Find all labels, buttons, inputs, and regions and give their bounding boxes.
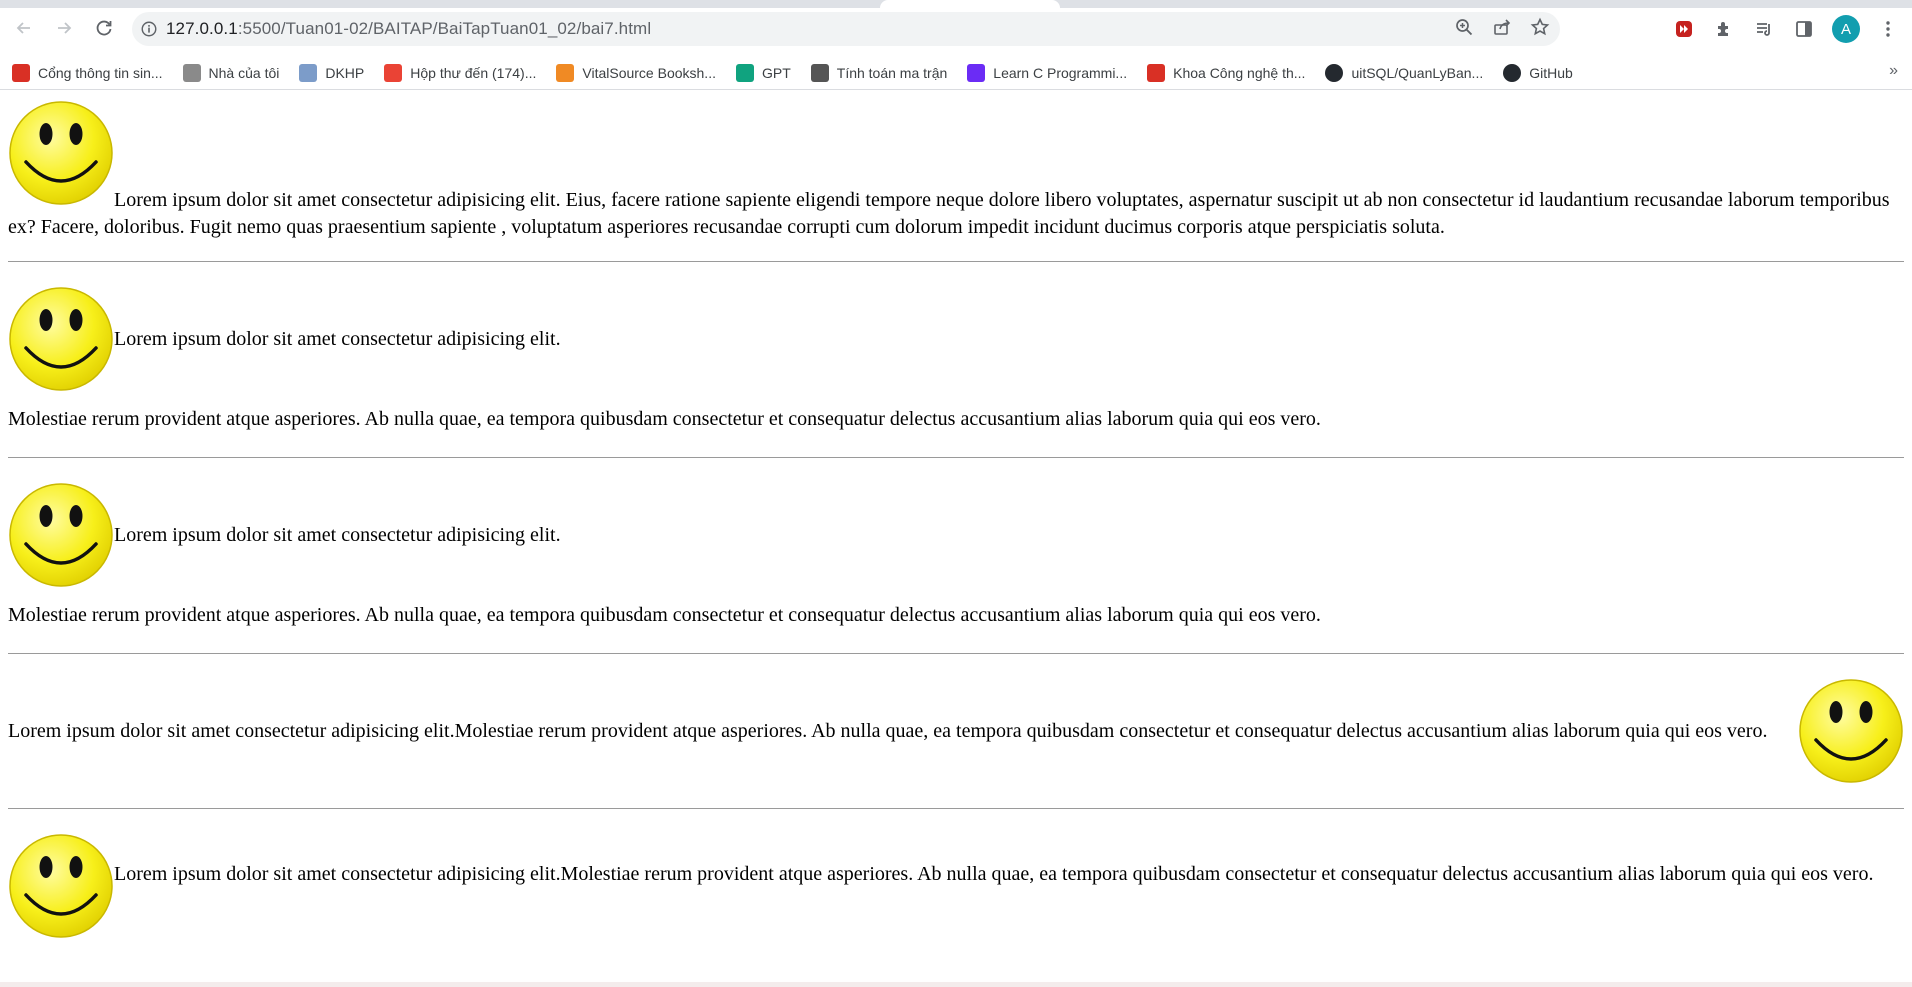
arrow-left-icon	[16, 22, 30, 34]
openai-icon	[735, 63, 754, 82]
media-queue-icon[interactable]	[1752, 17, 1776, 41]
url-path: :5500/Tuan01-02/BAITAP/BaiTapTuan01_02/b…	[237, 19, 652, 38]
bookmark-item[interactable]: DKHP	[299, 63, 365, 82]
reload-button[interactable]	[84, 8, 124, 48]
paragraph-4: Lorem ipsum dolor sit amet consectetur a…	[8, 719, 1768, 742]
bookmark-label: GPT	[761, 64, 791, 81]
smiley-icon	[8, 833, 114, 939]
bookmark-label: Learn C Programmi...	[993, 64, 1128, 81]
share-icon[interactable]	[1492, 17, 1512, 42]
section-1: Lorem ipsum dolor sit amet consectetur a…	[8, 100, 1904, 241]
omnibox-actions	[1454, 12, 1550, 46]
toolbar-extensions: A	[1672, 12, 1900, 46]
vitalsource-icon	[556, 63, 575, 82]
bookmark-item[interactable]: Learn C Programmi...	[967, 63, 1128, 82]
bookmarks-bar: Cổng thông tin sin... Nhà của tôi DKHP Hộp …	[0, 56, 1912, 90]
divider	[8, 261, 1904, 262]
paragraph-2b: Molestiae rerum provident atque asperior…	[8, 408, 1321, 430]
paragraph-1: Lorem ipsum dolor sit amet consectetur a…	[8, 100, 1904, 241]
divider	[8, 457, 1904, 458]
paragraph-3a: Lorem ipsum dolor sit amet consectetur a…	[8, 482, 1904, 588]
zoom-icon[interactable]	[1454, 17, 1474, 42]
smiley-icon	[8, 482, 114, 588]
bookmark-label: DKHP	[325, 64, 365, 81]
extensions-puzzle-icon[interactable]	[1712, 17, 1736, 41]
bookmark-label: Cổng thông tin sin...	[38, 64, 163, 81]
smiley-icon	[8, 286, 114, 392]
section-2: Lorem ipsum dolor sit amet consectetur a…	[8, 286, 1904, 433]
side-panel-icon[interactable]	[1792, 17, 1816, 41]
github-icon	[1503, 63, 1522, 82]
uit-logo-icon	[1147, 63, 1166, 82]
star-bookmark-icon[interactable]	[1530, 17, 1550, 42]
uit-logo-icon	[12, 63, 30, 82]
bookmark-item[interactable]: Tính toán ma trận	[810, 63, 948, 82]
matrix-icon	[810, 63, 829, 82]
extension-red-icon[interactable]	[1672, 17, 1696, 41]
reload-icon	[96, 20, 112, 36]
address-bar[interactable]: 127.0.0.1:5500/Tuan01-02/BAITAP/BaiTapTu…	[132, 12, 1560, 46]
forward-button[interactable]	[44, 8, 84, 48]
paragraph-2a: Lorem ipsum dolor sit amet consectetur a…	[8, 286, 1904, 392]
bookmark-label: Khoa Công nghệ th...	[1173, 64, 1306, 81]
github-icon	[1325, 63, 1344, 82]
bookmark-label: Hộp thư đến (174)...	[410, 64, 537, 81]
bookmark-item[interactable]: GPT	[735, 63, 791, 82]
smiley-icon	[8, 100, 114, 206]
programiz-icon	[967, 63, 986, 82]
smiley-icon	[1798, 678, 1904, 784]
gmail-icon	[384, 63, 403, 82]
profile-avatar[interactable]: A	[1832, 15, 1860, 43]
bookmarks-overflow-button[interactable]: »	[1889, 62, 1898, 80]
paragraph-5: Lorem ipsum dolor sit amet consectetur a…	[114, 863, 1874, 885]
divider	[8, 808, 1904, 809]
paragraph-3b: Molestiae rerum provident atque asperior…	[8, 604, 1321, 626]
bookmark-label: uitSQL/QuanLyBan...	[1351, 64, 1484, 81]
browser-toolbar: 127.0.0.1:5500/Tuan01-02/BAITAP/BaiTapTu…	[0, 0, 1912, 56]
arrow-right-icon	[58, 22, 72, 34]
active-tab[interactable]	[880, 0, 1060, 8]
paragraph-3a-text: Lorem ipsum dolor sit amet consectetur a…	[114, 523, 561, 546]
bookmark-item[interactable]: GitHub	[1503, 63, 1573, 82]
bookmark-item[interactable]: Cổng thông tin sin...	[12, 63, 163, 82]
url-text[interactable]: 127.0.0.1:5500/Tuan01-02/BAITAP/BaiTapTu…	[166, 19, 651, 39]
section-5: Lorem ipsum dolor sit amet consectetur a…	[8, 833, 1904, 939]
home-page-icon	[182, 63, 201, 82]
bookmark-item[interactable]: Hộp thư đến (174)...	[384, 63, 537, 82]
document-icon	[299, 63, 318, 82]
bookmark-item[interactable]: uitSQL/QuanLyBan...	[1325, 63, 1484, 82]
back-button[interactable]	[4, 8, 44, 48]
section-4: Lorem ipsum dolor sit amet consectetur a…	[8, 678, 1904, 784]
kebab-menu-icon[interactable]	[1876, 17, 1900, 41]
page-content: Lorem ipsum dolor sit amet consectetur a…	[0, 90, 1912, 939]
bookmark-label: Nhà của tôi	[208, 64, 280, 81]
bookmark-item[interactable]: Nhà của tôi	[182, 63, 280, 82]
site-info-icon[interactable]	[132, 20, 166, 38]
bookmark-item[interactable]: Khoa Công nghệ th...	[1147, 63, 1306, 82]
url-host: 127.0.0.1	[166, 19, 238, 38]
divider	[8, 653, 1904, 654]
bookmark-item[interactable]: VitalSource Booksh...	[556, 63, 716, 82]
bookmark-label: VitalSource Booksh...	[582, 64, 716, 81]
paragraph-2a-text: Lorem ipsum dolor sit amet consectetur a…	[114, 327, 561, 350]
paragraph-1-text: Lorem ipsum dolor sit amet consectetur a…	[8, 189, 1890, 238]
page-bottom-edge	[0, 982, 1912, 987]
bookmark-label: Tính toán ma trận	[836, 64, 948, 81]
bookmark-label: GitHub	[1529, 64, 1573, 81]
section-3: Lorem ipsum dolor sit amet consectetur a…	[8, 482, 1904, 629]
tab-strip	[0, 0, 1912, 8]
